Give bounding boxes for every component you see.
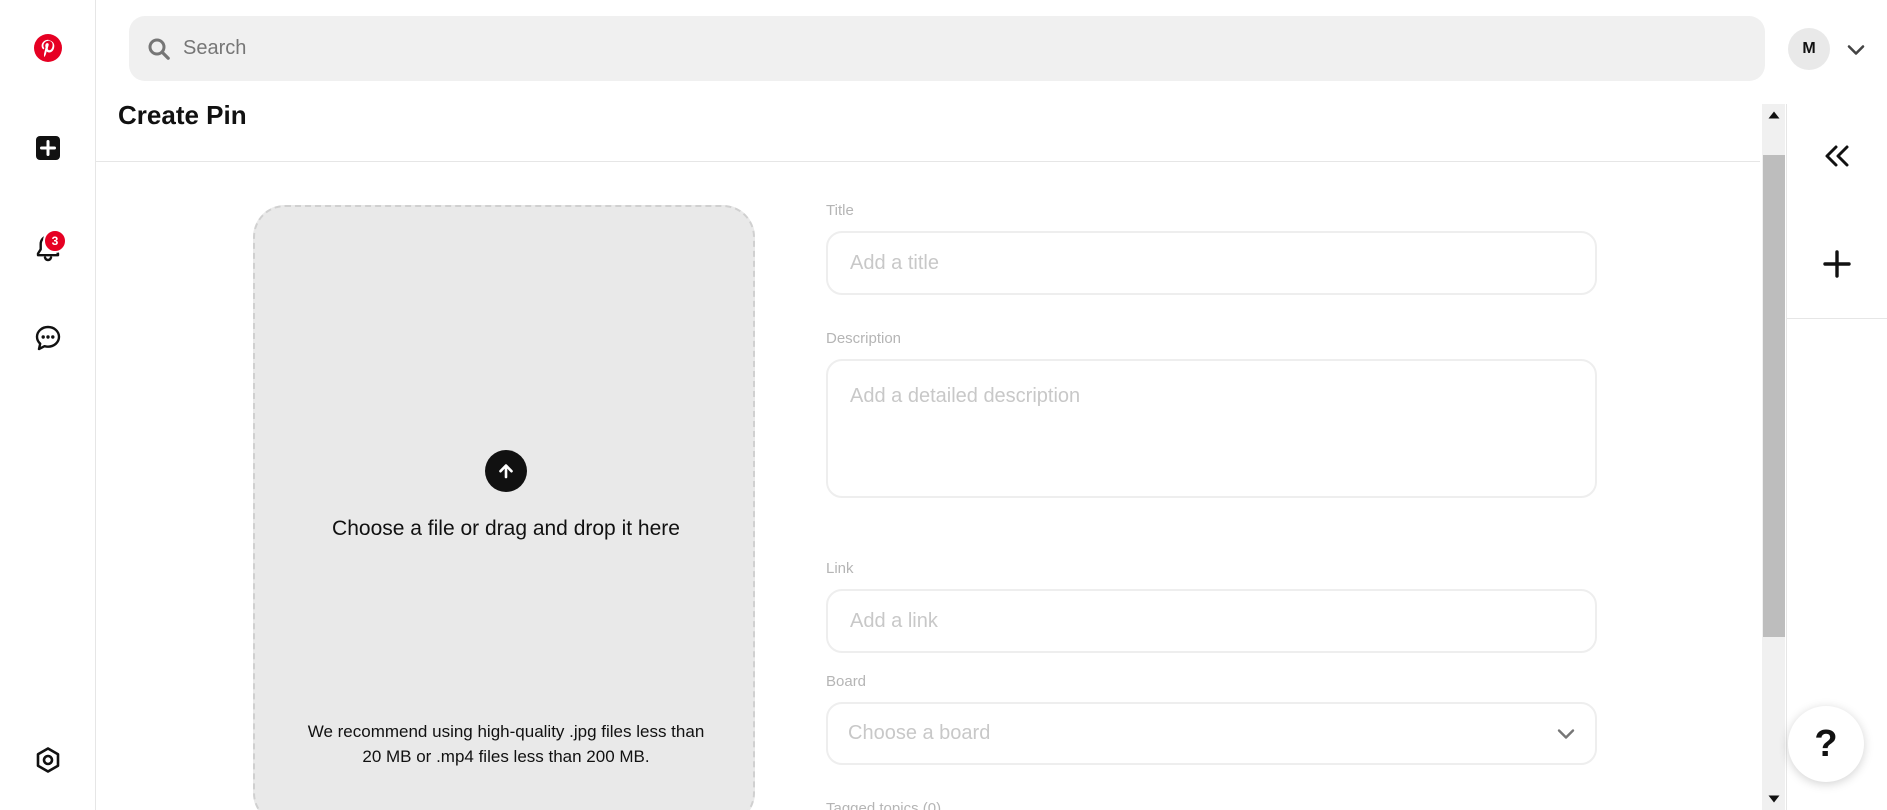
header-divider	[96, 161, 1760, 162]
avatar-initial: M	[1802, 40, 1816, 57]
link-label: Link	[826, 560, 854, 577]
triangle-down-icon	[1768, 795, 1779, 803]
help-button[interactable]: ?	[1788, 706, 1864, 782]
app-root: 3 M Create	[0, 0, 1887, 810]
triangle-up-icon	[1768, 111, 1779, 119]
plus-icon	[1823, 250, 1851, 278]
account-menu-button[interactable]	[1844, 38, 1868, 62]
settings-hex-icon	[36, 747, 60, 773]
tagged-topics-label: Tagged topics (0)	[826, 800, 942, 810]
expand-panel-button[interactable]	[1813, 132, 1861, 180]
notifications-button[interactable]: 3	[24, 224, 72, 272]
title-label: Title	[826, 202, 854, 219]
page-title: Create Pin	[118, 100, 247, 130]
pinterest-logo-icon	[34, 34, 62, 62]
help-icon: ?	[1814, 722, 1838, 765]
board-label: Board	[826, 673, 867, 690]
plus-square-icon	[36, 136, 60, 160]
scroll-thumb[interactable]	[1763, 155, 1785, 637]
scroll-down-button[interactable]	[1762, 788, 1785, 810]
upload-button[interactable]	[485, 450, 527, 492]
chevron-down-icon	[1847, 45, 1865, 55]
upload-dropzone[interactable]: Choose a file or drag and drop it here W…	[253, 205, 755, 810]
scroll-up-button[interactable]	[1762, 104, 1785, 126]
upload-recommendation: We recommend using high-quality .jpg fil…	[307, 722, 705, 766]
avatar[interactable]: M	[1788, 28, 1830, 70]
search-input[interactable]	[183, 37, 1683, 60]
chevrons-left-icon	[1825, 145, 1849, 167]
create-button[interactable]	[24, 124, 72, 172]
title-input[interactable]	[826, 231, 1597, 295]
scrollbar[interactable]	[1762, 104, 1785, 810]
upload-arrow-icon	[499, 464, 513, 479]
description-label: Description	[826, 330, 902, 347]
chat-bubble-icon	[35, 325, 61, 351]
link-input[interactable]	[826, 589, 1597, 653]
new-draft-button[interactable]	[1813, 240, 1861, 288]
search-bar[interactable]	[129, 16, 1765, 81]
notifications-badge: 3	[43, 229, 67, 253]
settings-button[interactable]	[24, 736, 72, 784]
messages-button[interactable]	[24, 314, 72, 362]
upload-prompt: Choose a file or drag and drop it here	[332, 517, 680, 540]
board-placeholder: Choose a board	[848, 722, 991, 744]
left-nav-rail: 3	[0, 0, 96, 810]
board-select[interactable]: Choose a board	[826, 702, 1597, 765]
search-icon	[148, 38, 170, 60]
chevron-down-icon	[1557, 728, 1575, 739]
panel-divider	[1787, 318, 1887, 319]
description-input[interactable]	[826, 359, 1597, 498]
drafts-panel	[1786, 104, 1887, 810]
pinterest-logo-button[interactable]	[24, 24, 72, 72]
